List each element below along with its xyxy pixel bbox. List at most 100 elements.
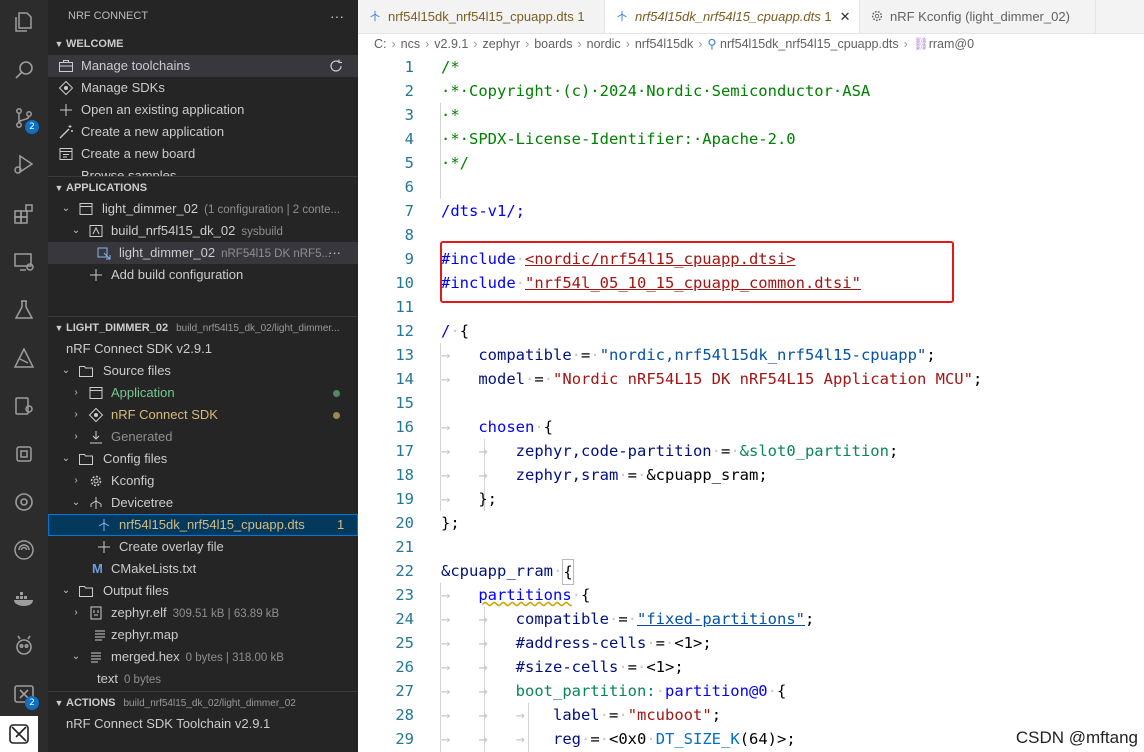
breadcrumb: C: › ncs › v2.9.1 › zephyr › boards › nordic › nrf54… (358, 33, 1144, 55)
code-token: = (720, 442, 731, 460)
excel-icon[interactable]: 2 (0, 672, 48, 716)
add-build-configuration[interactable]: Add build configuration (48, 264, 358, 286)
breadcrumb-item[interactable]: nrf54l15dk (635, 37, 693, 51)
tree-merged-hex[interactable]: ⌄ merged.hex 0 bytes | 318.00 kB (48, 646, 358, 668)
code-editor[interactable]: 1 2 3 4 5 6 7 8 9 10 11 12 13 14 15 16 17 18 19 20 21 22 23 24 2… (358, 55, 1144, 752)
code-token: label (552, 706, 600, 724)
code-line-24: → → compatible·=·"fixed-partitions"; (441, 610, 815, 628)
code-token: = (655, 634, 665, 652)
search-icon[interactable] (0, 48, 48, 92)
chevron-right-icon: › (698, 37, 703, 51)
more-actions-icon[interactable]: ··· (330, 0, 344, 33)
generated-icon (90, 431, 102, 444)
tab-kconfig[interactable]: nRF Kconfig (light_dimmer_02) (860, 0, 1096, 33)
platform-icon[interactable] (0, 480, 48, 524)
welcome-item-create-application[interactable]: Create a new application (48, 121, 358, 143)
chevron-down-icon: ⌄ (71, 497, 81, 508)
code-line-18: → → zephyr,sram·=·&cpuapp_sram; (441, 466, 768, 484)
tree-cmakelists[interactable]: M CMakeLists.txt (48, 558, 358, 580)
chevron-down-icon: ⌄ (61, 365, 71, 376)
line-number: 15 (395, 394, 414, 412)
chip-icon[interactable] (0, 432, 48, 476)
tree-source-files[interactable]: ⌄ Source files (48, 360, 358, 382)
code-token: (64)>; (739, 730, 796, 748)
tree-config-files[interactable]: ⌄ Config files (48, 448, 358, 470)
build-target-item[interactable]: light_dimmer_02 nRF54l15 DK nRF5... ··· (48, 242, 358, 264)
welcome-item-create-board[interactable]: Create a new board (48, 143, 358, 165)
welcome-item-browse-samples[interactable]: Browse samples (48, 165, 358, 176)
extensions-icon[interactable] (0, 192, 48, 236)
chevron-right-icon: › (74, 409, 78, 420)
tab-dts-active[interactable]: nrf54l15dk_nrf54l15_cpuapp.dts 1 ✕ (605, 0, 860, 33)
target-description: nRF54l15 DK nRF5... (221, 248, 332, 260)
folder-icon (79, 586, 93, 597)
code-token: "nordic,nrf54l15dk_nrf54l15-cpuapp" (599, 346, 927, 364)
dts-file-icon (98, 519, 110, 531)
tree-nrf-connect-sdk[interactable]: › nRF Connect SDK (48, 404, 358, 426)
line-number: 27 (395, 682, 414, 700)
wireless-icon[interactable] (0, 528, 48, 572)
welcome-item-manage-sdks[interactable]: Manage SDKs (48, 77, 358, 99)
nrf-connect-icon[interactable] (0, 336, 48, 380)
build-item[interactable]: ⌄ build_nrf54l15_dk_02 sysbuild (48, 220, 358, 242)
chevron-right-icon: › (74, 431, 78, 442)
tree-kconfig[interactable]: › Kconfig (48, 470, 358, 492)
breadcrumb-item[interactable]: boards (534, 37, 572, 51)
tree-devicetree[interactable]: ⌄ Devicetree (48, 492, 358, 514)
breadcrumb-item[interactable]: rram@0 (929, 37, 974, 51)
remote-explorer-icon[interactable] (0, 240, 48, 284)
more-icon[interactable]: ··· (328, 242, 341, 264)
code-token: <1>; (674, 634, 712, 652)
project-header-label: LIGHT_DIMMER_02 (66, 322, 169, 334)
code-token: #size-cells (515, 658, 619, 676)
breadcrumb-item[interactable]: zephyr (483, 37, 521, 51)
platformio-icon[interactable] (0, 624, 48, 668)
code-token: compatible (515, 610, 609, 628)
testing-icon[interactable] (0, 288, 48, 332)
docker-icon[interactable] (0, 576, 48, 620)
line-number: 18 (395, 466, 414, 484)
tree-zephyr-map[interactable]: zephyr.map (48, 624, 358, 646)
chevron-right-icon: › (577, 37, 582, 51)
tree-zephyr-elf[interactable]: › zephyr.elf 309.51 kB | 63.89 kB (48, 602, 358, 624)
actions-section-header[interactable]: ▼ ACTIONS build_nrf54l15_dk_02/light_dimme… (48, 691, 358, 713)
device-icon[interactable] (0, 384, 48, 428)
code-token: { (543, 418, 554, 436)
refresh-icon[interactable] (328, 58, 344, 74)
source-control-icon[interactable]: 2 (0, 96, 48, 140)
application-item[interactable]: ⌄ light_dimmer_02 (1 configuration | 2 co… (48, 198, 358, 220)
welcome-item-open-application[interactable]: Open an existing application (48, 99, 358, 121)
breadcrumb-item[interactable]: ncs (401, 37, 420, 51)
code-line-22: &cpuapp_rram·{ (441, 559, 574, 585)
welcome-section-header[interactable]: ▼ WELCOME (48, 33, 358, 55)
project-section-header[interactable]: ▼ LIGHT_DIMMER_02 build_nrf54l15_dk_02/lig… (48, 316, 358, 338)
welcome-item-label: Create a new board (81, 146, 196, 161)
applications-section-header[interactable]: ▼ APPLICATIONS (48, 176, 358, 198)
tree-generated[interactable]: › Generated (48, 426, 358, 448)
line-number: 26 (395, 658, 414, 676)
text-section-size: 0 bytes (123, 674, 162, 686)
tree-dts-file[interactable]: nrf54l15dk_nrf54l15_cpuapp.dts 1 (48, 514, 358, 536)
build-icon (89, 225, 103, 237)
tree-application[interactable]: › Application (48, 382, 358, 404)
tree-output-files[interactable]: ⌄ Output files (48, 580, 358, 602)
code-line-20: }; (441, 514, 460, 532)
sdk-icon (88, 407, 104, 423)
welcome-item-manage-toolchains[interactable]: Manage toolchains (48, 55, 358, 77)
chevron-right-icon: › (525, 37, 530, 51)
tree-create-overlay[interactable]: Create overlay file (48, 536, 358, 558)
tab-dts-preview[interactable]: nrf54l15dk_nrf54l15_cpuapp.dts 1 (358, 0, 605, 33)
breadcrumb-item[interactable]: C: (374, 37, 387, 51)
explorer-icon[interactable] (0, 0, 48, 44)
breadcrumb-item[interactable]: nrf54l15dk_nrf54l15_cpuapp.dts (720, 37, 899, 51)
tree-text-section[interactable]: text 0 bytes (48, 668, 358, 690)
breadcrumb-item[interactable]: v2.9.1 (434, 37, 468, 51)
run-debug-icon[interactable] (0, 142, 48, 186)
code-token: partition@0 (664, 682, 768, 700)
welcome-item-label: Manage SDKs (81, 80, 165, 95)
breadcrumb-item[interactable]: nordic (587, 37, 621, 51)
accounts-icon[interactable] (0, 716, 38, 752)
project-header-sub: build_nrf54l15_dk_02/light_dimmer... (176, 323, 340, 334)
close-icon[interactable]: ✕ (840, 9, 851, 24)
